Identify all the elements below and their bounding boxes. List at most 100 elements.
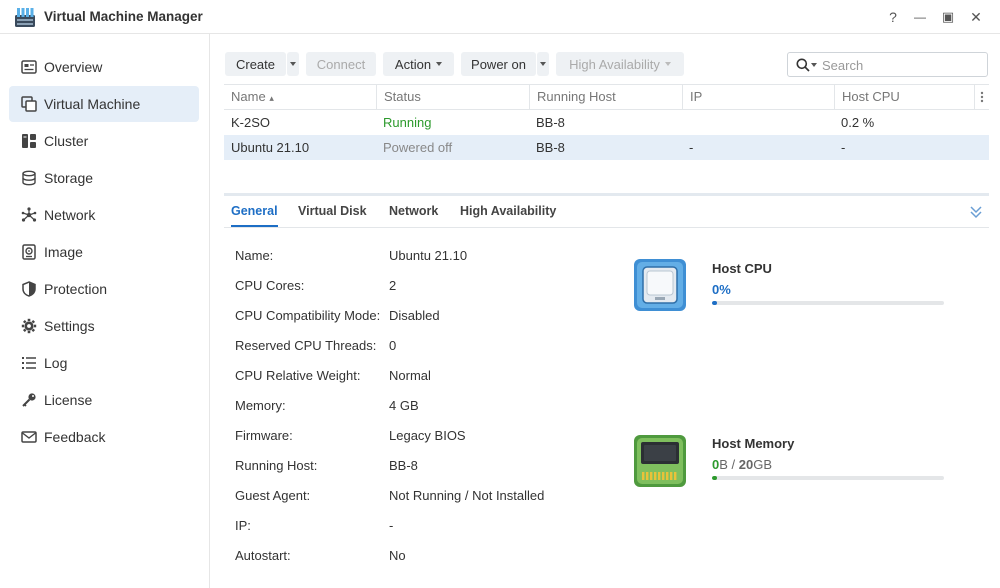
- sidebar-item-protection[interactable]: Protection: [9, 271, 199, 307]
- property-value: 0: [389, 338, 397, 353]
- property-label: IP:: [235, 518, 251, 533]
- app-logo-icon: [15, 8, 35, 27]
- chevron-down-icon: [436, 62, 443, 66]
- property-label: Name:: [235, 248, 274, 263]
- property-value: Disabled: [389, 308, 440, 323]
- sidebar-item-virtual-machine[interactable]: Virtual Machine: [9, 86, 199, 122]
- virtual-machine-icon: [21, 96, 37, 112]
- column-header-status[interactable]: Status: [376, 85, 529, 109]
- sidebar-item-label: Settings: [44, 318, 95, 334]
- search-box[interactable]: [787, 52, 988, 77]
- gear-icon: [21, 318, 37, 334]
- sidebar-item-license[interactable]: License: [9, 382, 199, 418]
- host-cpu-title: Host CPU: [712, 261, 772, 276]
- memory-chip-icon: [634, 435, 686, 487]
- property-label: CPU Compatibility Mode:: [235, 308, 381, 323]
- maximize-icon[interactable]: ▣: [939, 8, 957, 26]
- property-label: Guest Agent:: [235, 488, 311, 503]
- column-header-ip[interactable]: IP: [682, 85, 834, 109]
- sidebar-item-label: Cluster: [44, 133, 89, 149]
- property-label: Memory:: [235, 398, 286, 413]
- column-header-host-cpu[interactable]: Host CPU: [834, 85, 974, 109]
- sidebar-item-label: Network: [44, 207, 96, 223]
- log-icon: [22, 357, 36, 369]
- sidebar: Overview Virtual Machine Cluster Storage…: [0, 34, 210, 588]
- mail-icon: [21, 431, 37, 443]
- sidebar-item-feedback[interactable]: Feedback: [9, 419, 199, 455]
- property-value: No: [389, 548, 406, 563]
- sidebar-item-log[interactable]: Log: [9, 345, 199, 381]
- sidebar-item-overview[interactable]: Overview: [9, 49, 199, 85]
- sidebar-item-label: Storage: [44, 170, 94, 186]
- sort-ascending-icon: ▴: [269, 93, 274, 103]
- chevron-down-icon: [540, 62, 546, 66]
- sidebar-item-storage[interactable]: Storage: [9, 160, 199, 196]
- high-availability-button-label: High Availability: [569, 56, 660, 72]
- tab-virtual-disk[interactable]: Virtual Disk: [298, 196, 367, 227]
- cell-ip: [682, 110, 689, 135]
- table-row[interactable]: Ubuntu 21.10 Powered off BB-8 - -: [224, 135, 989, 160]
- cpu-chip-icon: [634, 259, 686, 311]
- property-value: Legacy BIOS: [389, 428, 466, 443]
- sidebar-item-label: License: [44, 392, 93, 408]
- chevron-down-icon[interactable]: [811, 63, 817, 67]
- minimize-icon[interactable]: —: [911, 8, 929, 26]
- chevron-down-icon: [664, 62, 671, 66]
- sidebar-item-network[interactable]: Network: [9, 197, 199, 233]
- more-vertical-icon: [980, 91, 984, 103]
- host-memory-progress-bar: [712, 476, 944, 480]
- cell-name: K-2SO: [231, 115, 271, 130]
- tab-network[interactable]: Network: [389, 196, 438, 227]
- table-header: Name ▴ Status Running Host IP Host CPU: [224, 84, 989, 110]
- sidebar-item-label: Log: [44, 355, 68, 371]
- property-value: Not Running / Not Installed: [389, 488, 545, 503]
- cell-name: Ubuntu 21.10: [231, 140, 310, 155]
- cluster-icon: [22, 134, 36, 148]
- property-label: CPU Cores:: [235, 278, 305, 293]
- cell-running-host: BB-8: [536, 115, 565, 130]
- window-title: Virtual Machine Manager: [44, 9, 203, 24]
- host-memory-progress-fill: [712, 476, 717, 480]
- connect-button[interactable]: Connect: [306, 52, 376, 76]
- sidebar-item-label: Image: [44, 244, 83, 260]
- help-icon[interactable]: ?: [884, 8, 902, 26]
- property-label: Autostart:: [235, 548, 291, 563]
- sidebar-item-settings[interactable]: Settings: [9, 308, 199, 344]
- high-availability-button[interactable]: High Availability: [556, 52, 684, 76]
- cell-status: Powered off: [383, 140, 453, 155]
- search-input[interactable]: [822, 57, 982, 73]
- power-on-dropdown-button[interactable]: [537, 52, 549, 76]
- column-header-running-host[interactable]: Running Host: [529, 85, 682, 109]
- key-icon: [22, 393, 36, 407]
- close-icon[interactable]: ✕: [967, 8, 985, 26]
- property-value: 2: [389, 278, 397, 293]
- action-button[interactable]: Action: [383, 52, 454, 76]
- host-cpu-progress-bar: [712, 301, 944, 305]
- create-button[interactable]: Create: [225, 52, 286, 76]
- column-header-name[interactable]: Name ▴: [224, 85, 376, 109]
- chevron-down-icon: [290, 62, 296, 66]
- host-cpu-progress-fill: [712, 301, 717, 305]
- network-icon: [21, 207, 37, 222]
- storage-icon: [22, 170, 36, 186]
- tab-high-availability[interactable]: High Availability: [460, 196, 556, 227]
- table-row[interactable]: K-2SO Running BB-8 0.2 %: [224, 110, 989, 135]
- shield-icon: [22, 281, 36, 297]
- create-dropdown-button[interactable]: [287, 52, 299, 76]
- sidebar-item-label: Virtual Machine: [44, 96, 141, 112]
- property-value: BB-8: [389, 458, 418, 473]
- detail-tabs: General Virtual Disk Network High Availa…: [224, 196, 989, 228]
- cell-host-cpu: 0.2 %: [841, 115, 875, 130]
- column-options-button[interactable]: [974, 85, 989, 109]
- host-memory-title: Host Memory: [712, 436, 795, 451]
- power-on-button[interactable]: Power on: [461, 52, 536, 76]
- tab-general[interactable]: General: [231, 196, 278, 227]
- property-label: CPU Relative Weight:: [235, 368, 361, 383]
- sidebar-item-image[interactable]: Image: [9, 234, 199, 270]
- sidebar-item-label: Overview: [44, 59, 103, 75]
- sidebar-item-cluster[interactable]: Cluster: [9, 123, 199, 159]
- cell-ip: -: [689, 140, 694, 155]
- host-cpu-value: 0%: [712, 282, 731, 297]
- collapse-panel-icon[interactable]: [969, 205, 983, 219]
- sidebar-item-label: Protection: [44, 281, 108, 297]
